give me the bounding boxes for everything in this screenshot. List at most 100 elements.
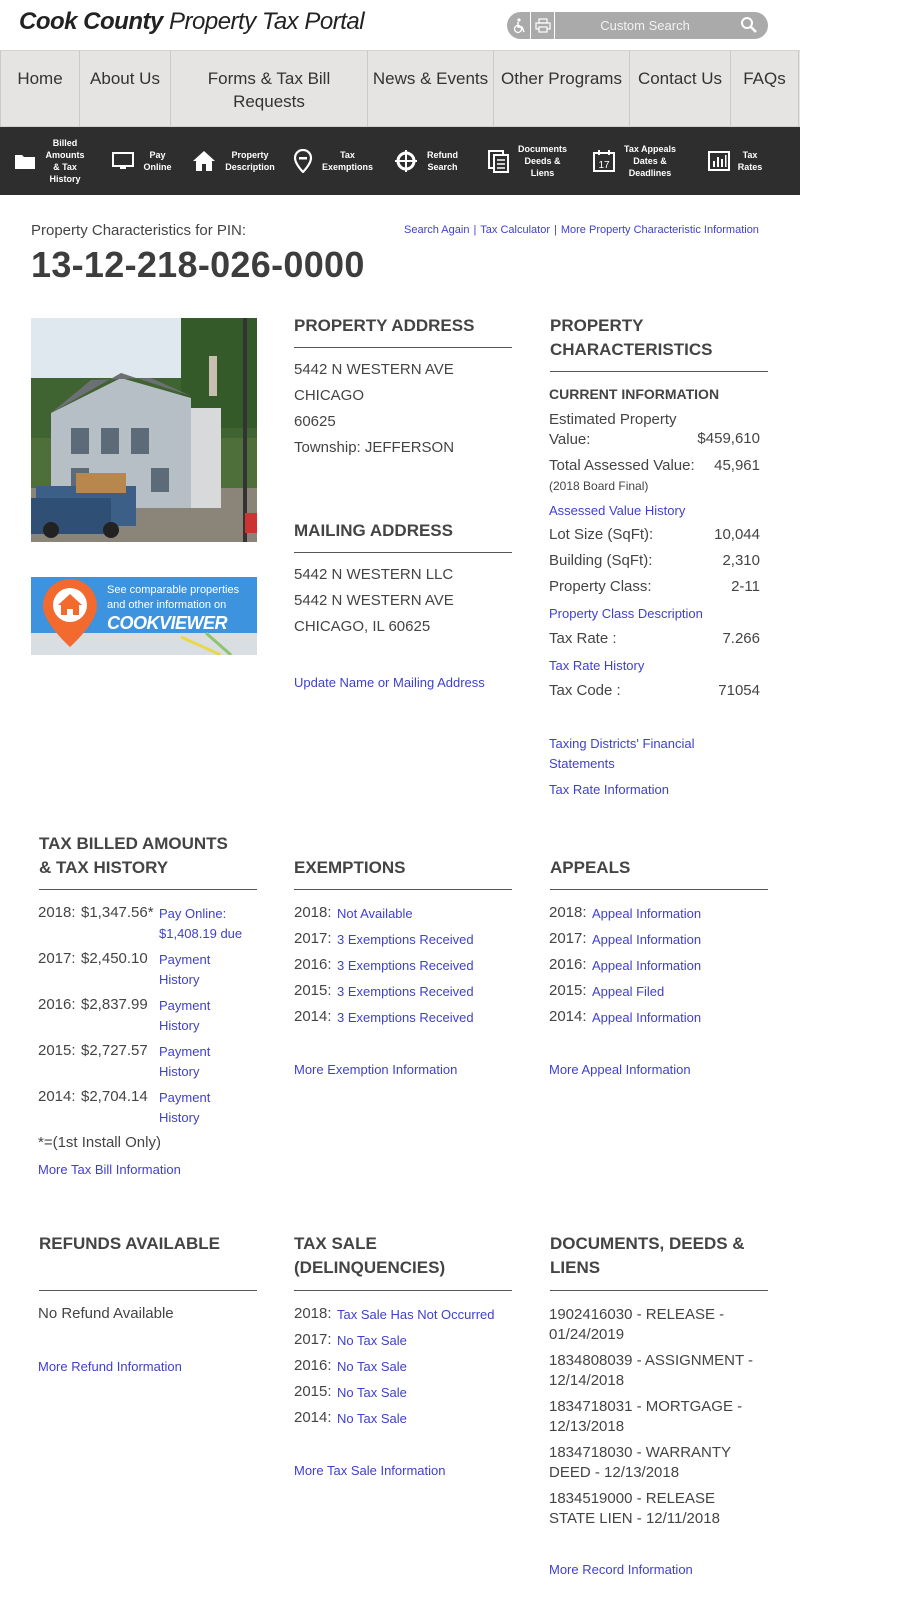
nav-about-us[interactable]: About Us (80, 51, 171, 126)
property-class-description-link[interactable]: Property Class Description (549, 604, 703, 624)
accessibility-button[interactable] (507, 12, 531, 39)
payment-history-link[interactable]: Payment History (159, 950, 229, 990)
property-address-section: PROPERTY ADDRESS (294, 314, 512, 338)
icon-nav-tax-appeals-dates[interactable]: 17 Tax Appeals Dates & Deadlines (580, 127, 690, 195)
tax-sale-link[interactable]: Tax Sale Has Not Occurred (337, 1305, 495, 1325)
documents-icon (487, 150, 509, 173)
icon-nav-billed-amounts[interactable]: Billed Amounts & Tax History (0, 127, 100, 195)
documents-section: DOCUMENTS, DEEDS & LIENS (550, 1232, 768, 1280)
icon-nav-label: Billed Amounts & Tax History (45, 138, 85, 184)
appeal-link[interactable]: Appeal Information (592, 956, 701, 976)
logo-portal-name: Property Tax Portal (169, 8, 365, 35)
payment-history-link[interactable]: Payment History (159, 1042, 229, 1082)
tax-sale-title: TAX SALE (DELINQUENCIES) (294, 1234, 446, 1277)
tax-calculator-link[interactable]: Tax Calculator (480, 224, 550, 236)
map-pin-icon (293, 149, 312, 173)
search-input[interactable] (555, 12, 735, 39)
tax-rate-information-link[interactable]: Tax Rate Information (549, 780, 669, 800)
mailing-address-title: MAILING ADDRESS (294, 521, 453, 540)
exemption-year: 2016: (294, 956, 332, 973)
more-refund-link[interactable]: More Refund Information (38, 1357, 182, 1377)
icon-nav-pay-online[interactable]: Pay Online (100, 127, 185, 195)
tax-sale-link[interactable]: No Tax Sale (337, 1409, 407, 1429)
search-icon[interactable] (740, 16, 758, 34)
divider (39, 1290, 257, 1291)
more-tax-bill-link[interactable]: More Tax Bill Information (38, 1160, 181, 1180)
exemption-link[interactable]: Not Available (337, 904, 413, 924)
financial-statements-link[interactable]: Taxing Districts' Financial Statements (549, 734, 719, 774)
current-information-heading: CURRENT INFORMATION (549, 386, 720, 402)
more-record-link[interactable]: More Record Information (549, 1560, 693, 1580)
calendar-icon: 17 (593, 150, 615, 172)
appeal-link[interactable]: Appeal Information (592, 1008, 701, 1028)
tax-rate-history-link[interactable]: Tax Rate History (549, 656, 644, 676)
icon-nav-tax-rates[interactable]: Tax Rates (690, 127, 780, 195)
more-exemption-link[interactable]: More Exemption Information (294, 1060, 457, 1080)
property-address-title: PROPERTY ADDRESS (294, 316, 475, 335)
payment-history-link[interactable]: Payment History (159, 1088, 229, 1128)
exemption-link[interactable]: 3 Exemptions Received (337, 930, 474, 950)
appeal-link[interactable]: Appeal Information (592, 904, 701, 924)
more-characteristic-link[interactable]: More Property Characteristic Information (561, 224, 759, 236)
more-appeal-link[interactable]: More Appeal Information (549, 1060, 691, 1080)
assessed-value-history-link[interactable]: Assessed Value History (549, 501, 685, 521)
cookviewer-banner[interactable]: See comparable properties and other info… (31, 577, 257, 655)
nav-home[interactable]: Home (0, 51, 80, 126)
monitor-icon (111, 152, 134, 169)
property-street: 5442 N WESTERN AVE (294, 361, 454, 378)
cookviewer-text-2: and other information on (107, 599, 227, 611)
tax-year: 2014: (38, 1088, 76, 1105)
property-class-label: Property Class: (549, 578, 652, 595)
exemption-link[interactable]: 3 Exemptions Received (337, 982, 474, 1002)
lot-size-label: Lot Size (SqFt): (549, 526, 654, 543)
cookviewer-brand: COOKVIEWER (107, 613, 228, 633)
icon-nav-property-description[interactable]: Property Description (185, 127, 285, 195)
tax-code-value: 71054 (718, 682, 760, 699)
exemption-link[interactable]: 3 Exemptions Received (337, 1008, 474, 1028)
appeal-link[interactable]: Appeal Filed (592, 982, 664, 1002)
site-logo[interactable]: Cook County Property Tax Portal (19, 8, 365, 36)
tax-year: 2016: (38, 996, 76, 1013)
exemption-year: 2017: (294, 930, 332, 947)
payment-history-link[interactable]: Payment History (159, 996, 229, 1036)
icon-nav-documents-deeds[interactable]: Documents Deeds & Liens (475, 127, 580, 195)
characteristics-title: PROPERTY CHARACTERISTICS (550, 316, 713, 359)
pay-online-link[interactable]: Pay Online: $1,408.19 due (159, 904, 254, 944)
exemption-link[interactable]: 3 Exemptions Received (337, 956, 474, 976)
property-pin: 13-12-218-026-0000 (31, 244, 365, 285)
icon-nav-refund-search[interactable]: Refund Search (380, 127, 475, 195)
utility-bar (507, 12, 768, 39)
search-again-link[interactable]: Search Again (404, 224, 469, 236)
nav-news-events[interactable]: News & Events (368, 51, 494, 126)
divider (294, 347, 512, 348)
link-separator: | (554, 224, 557, 236)
more-tax-sale-link[interactable]: More Tax Sale Information (294, 1461, 446, 1481)
tax-sale-link[interactable]: No Tax Sale (337, 1383, 407, 1403)
tax-year: 2015: (38, 1042, 76, 1059)
icon-nav-label: Refund Search (427, 150, 458, 172)
nav-faqs[interactable]: FAQs (731, 51, 799, 126)
wheelchair-icon (513, 17, 525, 33)
tax-sale-year: 2017: (294, 1331, 332, 1348)
property-class-value: 2-11 (731, 578, 760, 595)
tax-sale-link[interactable]: No Tax Sale (337, 1331, 407, 1351)
appeals-section: APPEALS (550, 856, 768, 880)
nav-other-programs[interactable]: Other Programs (494, 51, 630, 126)
update-mailing-address-link[interactable]: Update Name or Mailing Address (294, 673, 485, 693)
mailing-name: 5442 N WESTERN LLC (294, 566, 454, 583)
tax-year: 2017: (38, 950, 76, 967)
divider (294, 552, 512, 553)
mailing-address-section: MAILING ADDRESS (294, 519, 512, 543)
assessed-value-label: Total Assessed Value: (549, 457, 695, 474)
print-button[interactable] (531, 12, 555, 39)
tax-sale-link[interactable]: No Tax Sale (337, 1357, 407, 1377)
appeal-link[interactable]: Appeal Information (592, 930, 701, 950)
nav-contact-us[interactable]: Contact Us (630, 51, 731, 126)
tax-footnote: *=(1st Install Only) (38, 1134, 161, 1151)
crosshair-icon (394, 150, 417, 172)
nav-forms-tax-bill[interactable]: Forms & Tax Bill Requests (171, 51, 368, 126)
document-record: 1834718031 - MORTGAGE - 12/13/2018 (549, 1398, 743, 1435)
property-zip: 60625 (294, 413, 336, 430)
exemption-year: 2014: (294, 1008, 332, 1025)
icon-nav-tax-exemptions[interactable]: Tax Exemptions (285, 127, 380, 195)
